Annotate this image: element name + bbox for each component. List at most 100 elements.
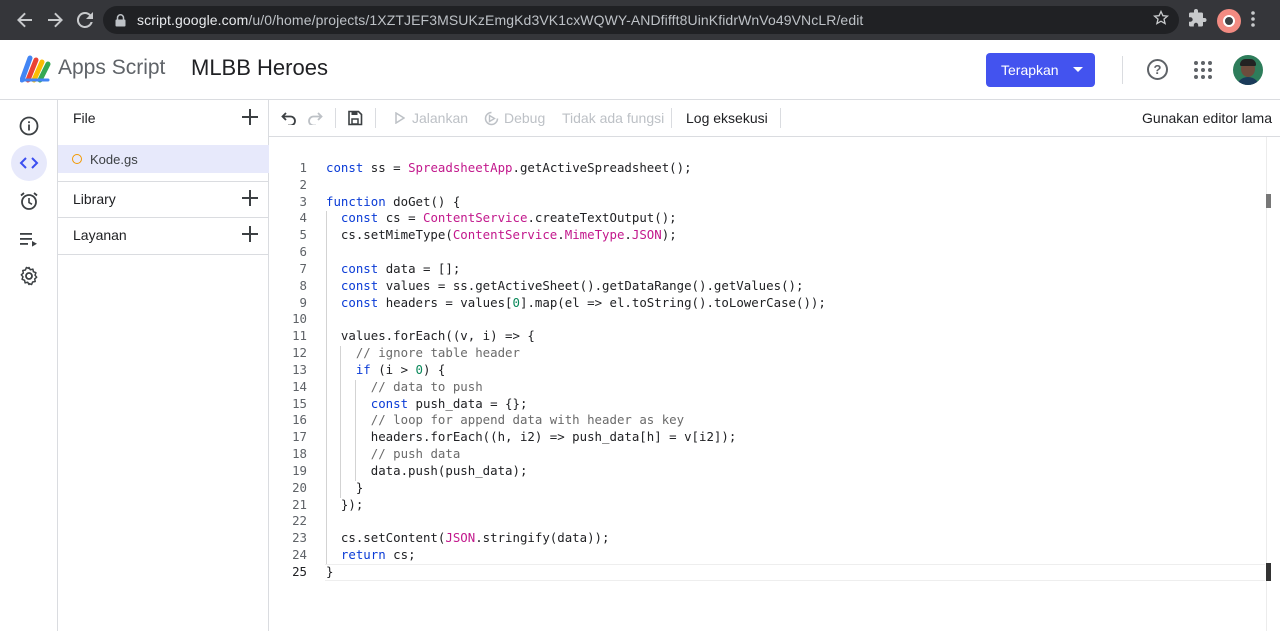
code-token: .createTextOutput(); [527,210,677,226]
code-line: const ss = SpreadsheetApp.getActiveSprea… [326,160,826,177]
use-legacy-editor-button[interactable]: Gunakan editor lama [1142,100,1272,136]
code-token: values = ss.getActiveSheet().getDataRang… [378,277,804,293]
code-token: ) { [423,361,446,377]
code-token: // push data [370,446,461,462]
code-line: values.forEach((v, i) => { [326,328,826,345]
function-select-label: Tidak ada fungsi [562,110,665,126]
code-token: . [557,227,565,243]
project-title[interactable]: MLBB Heroes [191,55,328,81]
forward-icon[interactable] [40,5,70,35]
file-status-circle-icon [72,154,82,164]
settings-gear-icon[interactable] [11,258,47,294]
line-number: 23 [292,530,307,546]
code-token: headers.forEach((h, i2) => push_data[h] … [326,429,737,445]
code-content[interactable]: const ss = SpreadsheetApp.getActiveSprea… [326,160,826,581]
file-name: Kode.gs [90,151,138,167]
code-line: // ignore table header [326,345,826,362]
address-bar[interactable]: script.google.com/u/0/home/projects/1XZT… [103,6,1179,34]
editor-code-icon[interactable] [11,145,47,181]
code-editor[interactable]: 1 2 3 4 5 6 7 8 9 10 11 12 13 14 15 16 17 18 19 20 21 22 23 24 2… [269,137,1280,631]
redo-icon[interactable] [307,100,323,136]
code-token: }); [326,496,364,512]
line-number: 16 [292,412,307,428]
divider [58,254,269,255]
code-line: cs.setContent(JSON.stringify(data)); [326,530,826,547]
add-file-plus-icon[interactable] [241,108,259,126]
code-line: cs.setMimeType(ContentService.MimeType.J… [326,227,826,244]
reload-icon[interactable] [70,5,100,35]
code-token: } [326,479,364,495]
browser-menu-icon[interactable] [1250,9,1256,34]
execution-log-label: Log eksekusi [686,110,768,126]
browser-profile-icon[interactable] [1217,9,1241,33]
use-legacy-editor-label: Gunakan editor lama [1142,110,1272,126]
scrollbar-marker [1266,563,1271,581]
google-apps-icon[interactable] [1194,61,1212,79]
code-token: 0 [512,294,520,310]
code-token: MimeType [564,227,625,243]
app-brand: Apps Script [58,56,166,79]
file-item-kode-gs[interactable]: Kode.gs [58,145,269,173]
code-token: // data to push [370,378,483,394]
code-token: ContentService [423,210,528,226]
code-line: const headers = values[0].map(el => el.t… [326,295,826,312]
code-token: const [340,260,379,276]
add-library-plus-icon[interactable] [241,189,259,207]
code-line: ​ [326,311,826,328]
extensions-puzzle-icon[interactable] [1188,9,1210,31]
code-token: data = []; [378,260,461,276]
line-number: 24 [292,547,307,563]
debug-button[interactable]: Debug [484,100,545,136]
code-line: headers.forEach((h, i2) => push_data[h] … [326,429,826,446]
code-line: ​ [326,244,826,261]
code-line: // data to push [326,379,826,396]
code-line: // loop for append data with header as k… [326,412,826,429]
code-token: headers = values[ [378,294,513,310]
line-number: 8 [299,277,307,293]
code-token: JSON [631,227,662,243]
avatar[interactable] [1233,55,1263,85]
code-token: data.push(push_data); [326,462,528,478]
library-section-header: Library [58,181,269,217]
line-number: 20 [292,479,307,495]
code-token: cs.setMimeType( [326,227,453,243]
overview-info-icon[interactable] [11,108,47,144]
execution-log-button[interactable]: Log eksekusi [686,100,768,136]
code-token: .getActiveSpreadsheet(); [512,160,692,175]
triggers-alarm-icon[interactable] [11,183,47,219]
line-number: 25 [292,563,307,579]
code-line: ​ [326,177,826,194]
add-service-plus-icon[interactable] [241,225,259,243]
line-number: 11 [292,328,307,344]
line-number: 21 [292,496,307,512]
help-icon[interactable]: ? [1147,59,1168,80]
line-number: 3 [299,193,307,209]
code-token: const [340,210,379,226]
services-header-label: Layanan [73,227,127,243]
left-nav-rail [0,100,58,631]
line-number: 6 [299,244,307,260]
save-icon[interactable] [347,100,363,136]
deploy-button[interactable]: Terapkan [986,53,1095,87]
editor-scrollbar[interactable] [1266,137,1280,631]
executions-list-icon[interactable] [11,221,47,257]
code-token: // ignore table header [355,345,520,361]
code-token: if [355,361,371,377]
back-icon[interactable] [10,5,40,35]
code-token: JSON [445,530,476,546]
bookmark-star-icon[interactable] [1152,9,1170,31]
function-select[interactable]: Tidak ada fungsi [562,100,664,136]
code-line: const cs = ContentService.createTextOutp… [326,210,826,227]
undo-icon[interactable] [281,100,297,136]
toolbar-divider [375,108,376,128]
run-button[interactable]: Jalankan [395,100,468,136]
code-token: const [340,294,379,310]
line-number: 22 [292,513,307,529]
code-token: // loop for append data with header as k… [370,412,685,428]
code-token: 0 [415,361,423,377]
